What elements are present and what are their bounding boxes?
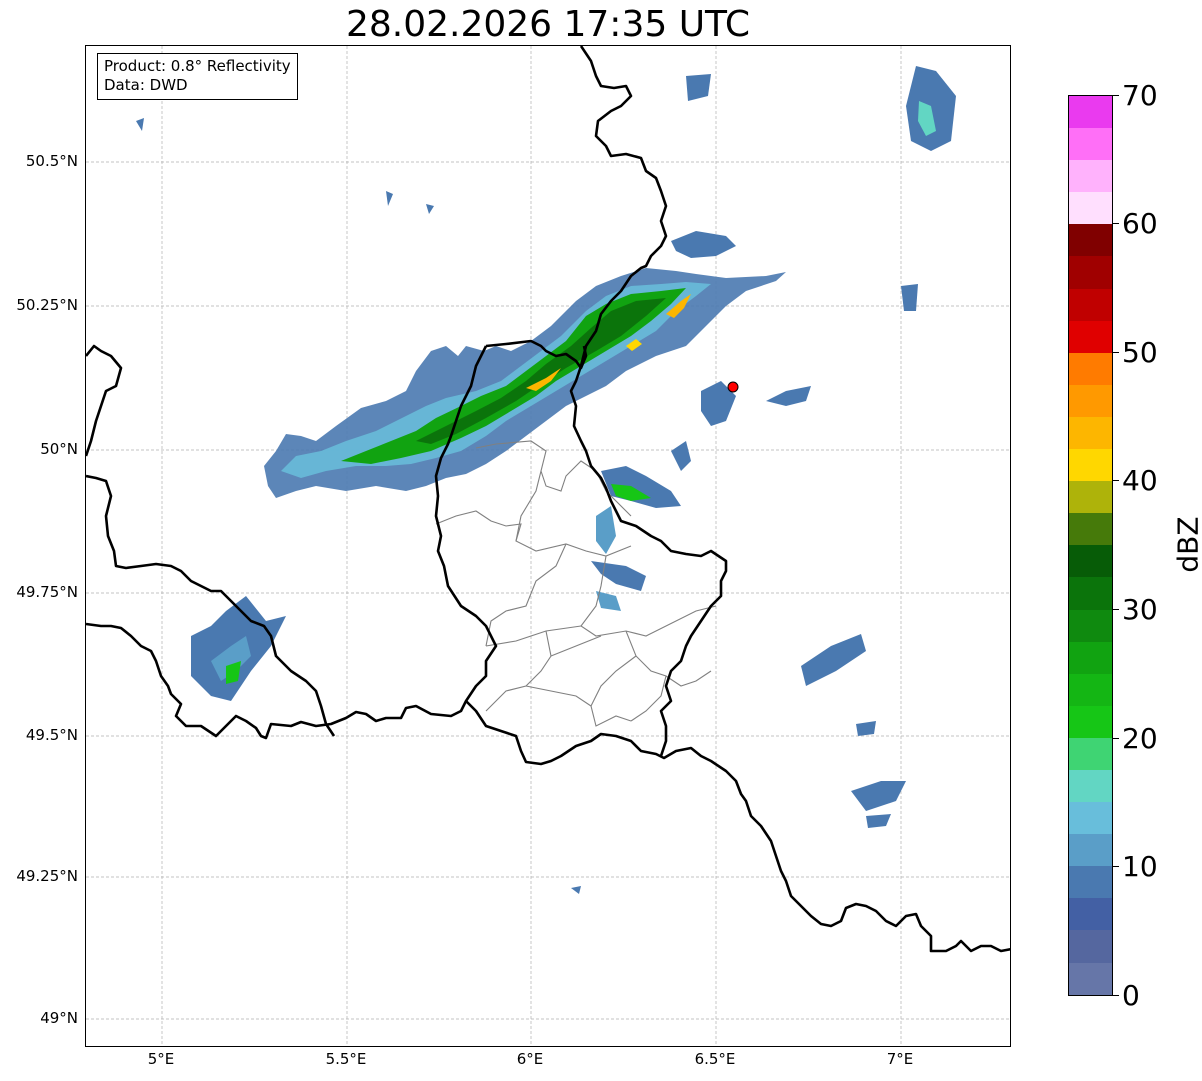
- colorbar-tick: [1113, 609, 1119, 610]
- colorbar-bin: [1069, 609, 1112, 642]
- colorbar-bin: [1069, 577, 1112, 610]
- colorbar-tick-label: 60: [1122, 207, 1158, 240]
- colorbar-bin: [1069, 802, 1112, 835]
- colorbar-bin: [1069, 513, 1112, 546]
- radar-site-marker: [727, 381, 739, 393]
- colorbar-tick-label: 10: [1122, 850, 1158, 883]
- colorbar-bin: [1069, 449, 1112, 482]
- colorbar-tick-label: 20: [1122, 722, 1158, 755]
- colorbar-bin: [1069, 769, 1112, 803]
- colorbar-tick-label: 40: [1122, 464, 1158, 497]
- colorbar-tick: [1113, 995, 1119, 996]
- colorbar-bin: [1069, 930, 1112, 963]
- colorbar-unit-label: dBZ: [1171, 516, 1202, 573]
- colorbar-tick-label: 30: [1122, 593, 1158, 626]
- colorbar-tick-label: 50: [1122, 336, 1158, 369]
- lat-tick-label: 49°N: [40, 1009, 78, 1027]
- lat-tick-label: 49.5°N: [25, 726, 78, 744]
- colorbar: [1068, 95, 1113, 996]
- national-borders: [86, 46, 1010, 953]
- colorbar-bin: [1069, 96, 1112, 129]
- lon-tick-label: 6°E: [516, 1050, 544, 1068]
- colorbar-tick: [1113, 352, 1119, 353]
- colorbar-tick: [1113, 95, 1119, 96]
- lat-tick-label: 49.25°N: [16, 867, 78, 885]
- colorbar-bin: [1069, 384, 1112, 417]
- colorbar-bin: [1069, 481, 1112, 514]
- lat-tick-label: 49.75°N: [16, 583, 78, 601]
- colorbar-tick: [1113, 480, 1119, 481]
- colorbar-bin: [1069, 641, 1112, 674]
- lat-tick-label: 50.5°N: [25, 152, 78, 170]
- lon-tick-label: 6.5°E: [694, 1050, 736, 1068]
- colorbar-tick-label: 0: [1122, 979, 1140, 1012]
- lat-tick-label: 50.25°N: [16, 296, 78, 314]
- radar-map: [85, 45, 1011, 1047]
- radar-echoes: [136, 66, 956, 894]
- colorbar-bin: [1069, 545, 1112, 578]
- colorbar-tick: [1113, 866, 1119, 867]
- colorbar-bin: [1069, 705, 1112, 738]
- lon-tick-label: 5.5°E: [325, 1050, 367, 1068]
- colorbar-bin: [1069, 898, 1112, 931]
- colorbar-bin: [1069, 224, 1112, 257]
- colorbar-tick: [1113, 738, 1119, 739]
- colorbar-tick: [1113, 223, 1119, 224]
- colorbar-tick-label: 70: [1122, 79, 1158, 112]
- colorbar-bin: [1069, 352, 1112, 385]
- colorbar-bin: [1069, 160, 1112, 193]
- colorbar-bin: [1069, 866, 1112, 899]
- colorbar-bin: [1069, 416, 1112, 450]
- map-canvas: [86, 46, 1010, 1046]
- colorbar-bin: [1069, 962, 1112, 995]
- colorbar-bin: [1069, 834, 1112, 867]
- lon-tick-label: 7°E: [886, 1050, 914, 1068]
- colorbar-bin: [1069, 128, 1112, 161]
- colorbar-bin: [1069, 320, 1112, 353]
- data-source-label: Data: DWD: [104, 76, 188, 94]
- lon-tick-label: 5°E: [147, 1050, 175, 1068]
- lat-tick-label: 50°N: [40, 440, 78, 458]
- colorbar-bin: [1069, 192, 1112, 225]
- colorbar-bin: [1069, 288, 1112, 321]
- colorbar-bin: [1069, 256, 1112, 289]
- map-title: 28.02.2026 17:35 UTC: [345, 4, 751, 45]
- grid: [86, 46, 1010, 1046]
- colorbar-bin: [1069, 673, 1112, 706]
- colorbar-bin: [1069, 737, 1112, 770]
- product-label: Product: 0.8° Reflectivity: [104, 57, 291, 75]
- info-box: Product: 0.8° Reflectivity Data: DWD: [97, 53, 298, 100]
